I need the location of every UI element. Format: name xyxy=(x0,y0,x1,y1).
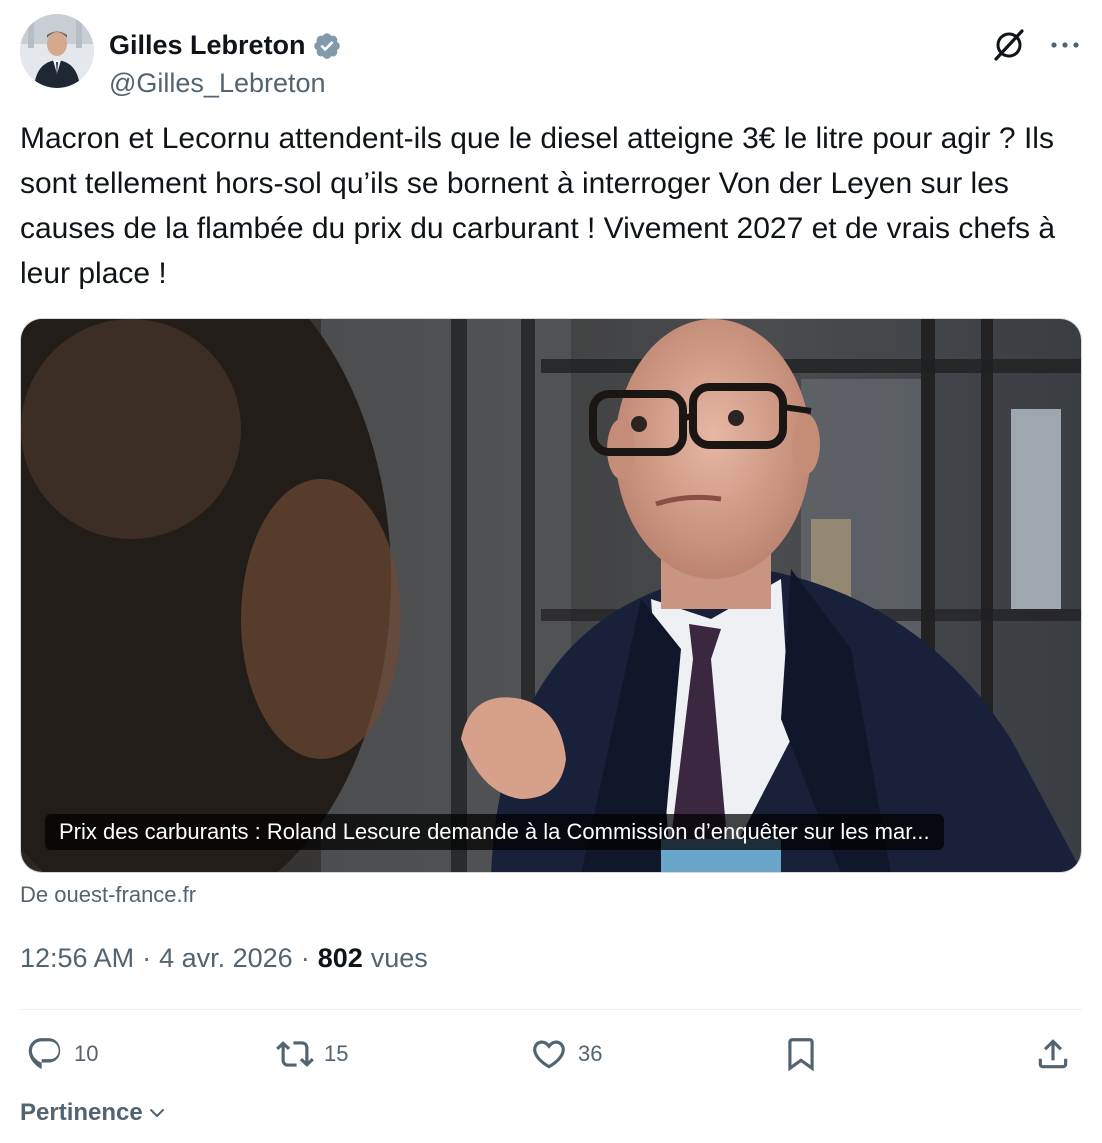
sort-label: Pertinence xyxy=(20,1099,143,1126)
like-count: 36 xyxy=(578,1041,603,1066)
link-source-prefix: De xyxy=(20,882,49,907)
meta-separator: · xyxy=(300,943,310,973)
reply-count: 10 xyxy=(74,1041,99,1066)
more-options-icon[interactable] xyxy=(1048,28,1082,62)
sort-dropdown[interactable]: Pertinence xyxy=(20,1099,167,1127)
divider xyxy=(20,1009,1082,1010)
chevron-down-icon xyxy=(149,1109,164,1117)
share-button[interactable] xyxy=(1034,1030,1072,1078)
heart-icon xyxy=(533,1040,565,1069)
repost-icon xyxy=(276,1041,314,1067)
tweet-header: Gilles Lebreton @Gilles_Lebreton xyxy=(20,14,1082,98)
grok-icon[interactable] xyxy=(992,28,1026,62)
meta-separator: · xyxy=(142,943,152,973)
views-label: vues xyxy=(370,943,428,973)
link-card-caption: Prix des carburants : Roland Lescure dem… xyxy=(45,814,944,850)
tweet-date[interactable]: 4 avr. 2026 xyxy=(159,943,293,974)
author-handle[interactable]: @Gilles_Lebreton xyxy=(109,68,326,99)
action-bar: 10 15 36 xyxy=(20,1030,1082,1078)
like-button[interactable]: 36 xyxy=(530,1030,602,1078)
avatar-image xyxy=(20,14,94,88)
link-card[interactable]: Prix des carburants : Roland Lescure dem… xyxy=(20,318,1082,873)
bookmark-icon xyxy=(788,1038,814,1072)
reply-button[interactable]: 10 xyxy=(26,1030,98,1078)
author-display-name[interactable]: Gilles Lebreton xyxy=(109,30,306,61)
repost-count: 15 xyxy=(324,1041,349,1066)
link-source-domain[interactable]: ouest-france.fr xyxy=(54,882,196,907)
avatar[interactable] xyxy=(20,14,94,88)
link-source: De ouest-france.fr xyxy=(20,882,196,908)
repost-button[interactable]: 15 xyxy=(276,1030,348,1078)
reply-icon xyxy=(28,1038,61,1070)
views-count[interactable]: 802 xyxy=(318,943,363,974)
share-icon xyxy=(1038,1039,1068,1069)
tweet-time[interactable]: 12:56 AM xyxy=(20,943,134,974)
tweet-text: Macron et Lecornu attendent-ils que le d… xyxy=(20,122,1056,290)
header-actions xyxy=(992,28,1082,62)
bookmark-button[interactable] xyxy=(782,1030,820,1078)
tweet-meta: 12:56 AM · 4 avr. 2026 · 802 vues xyxy=(20,943,428,974)
verified-badge-icon[interactable] xyxy=(312,31,342,61)
link-card-image xyxy=(21,319,1081,872)
author-name-row: Gilles Lebreton xyxy=(109,30,342,61)
